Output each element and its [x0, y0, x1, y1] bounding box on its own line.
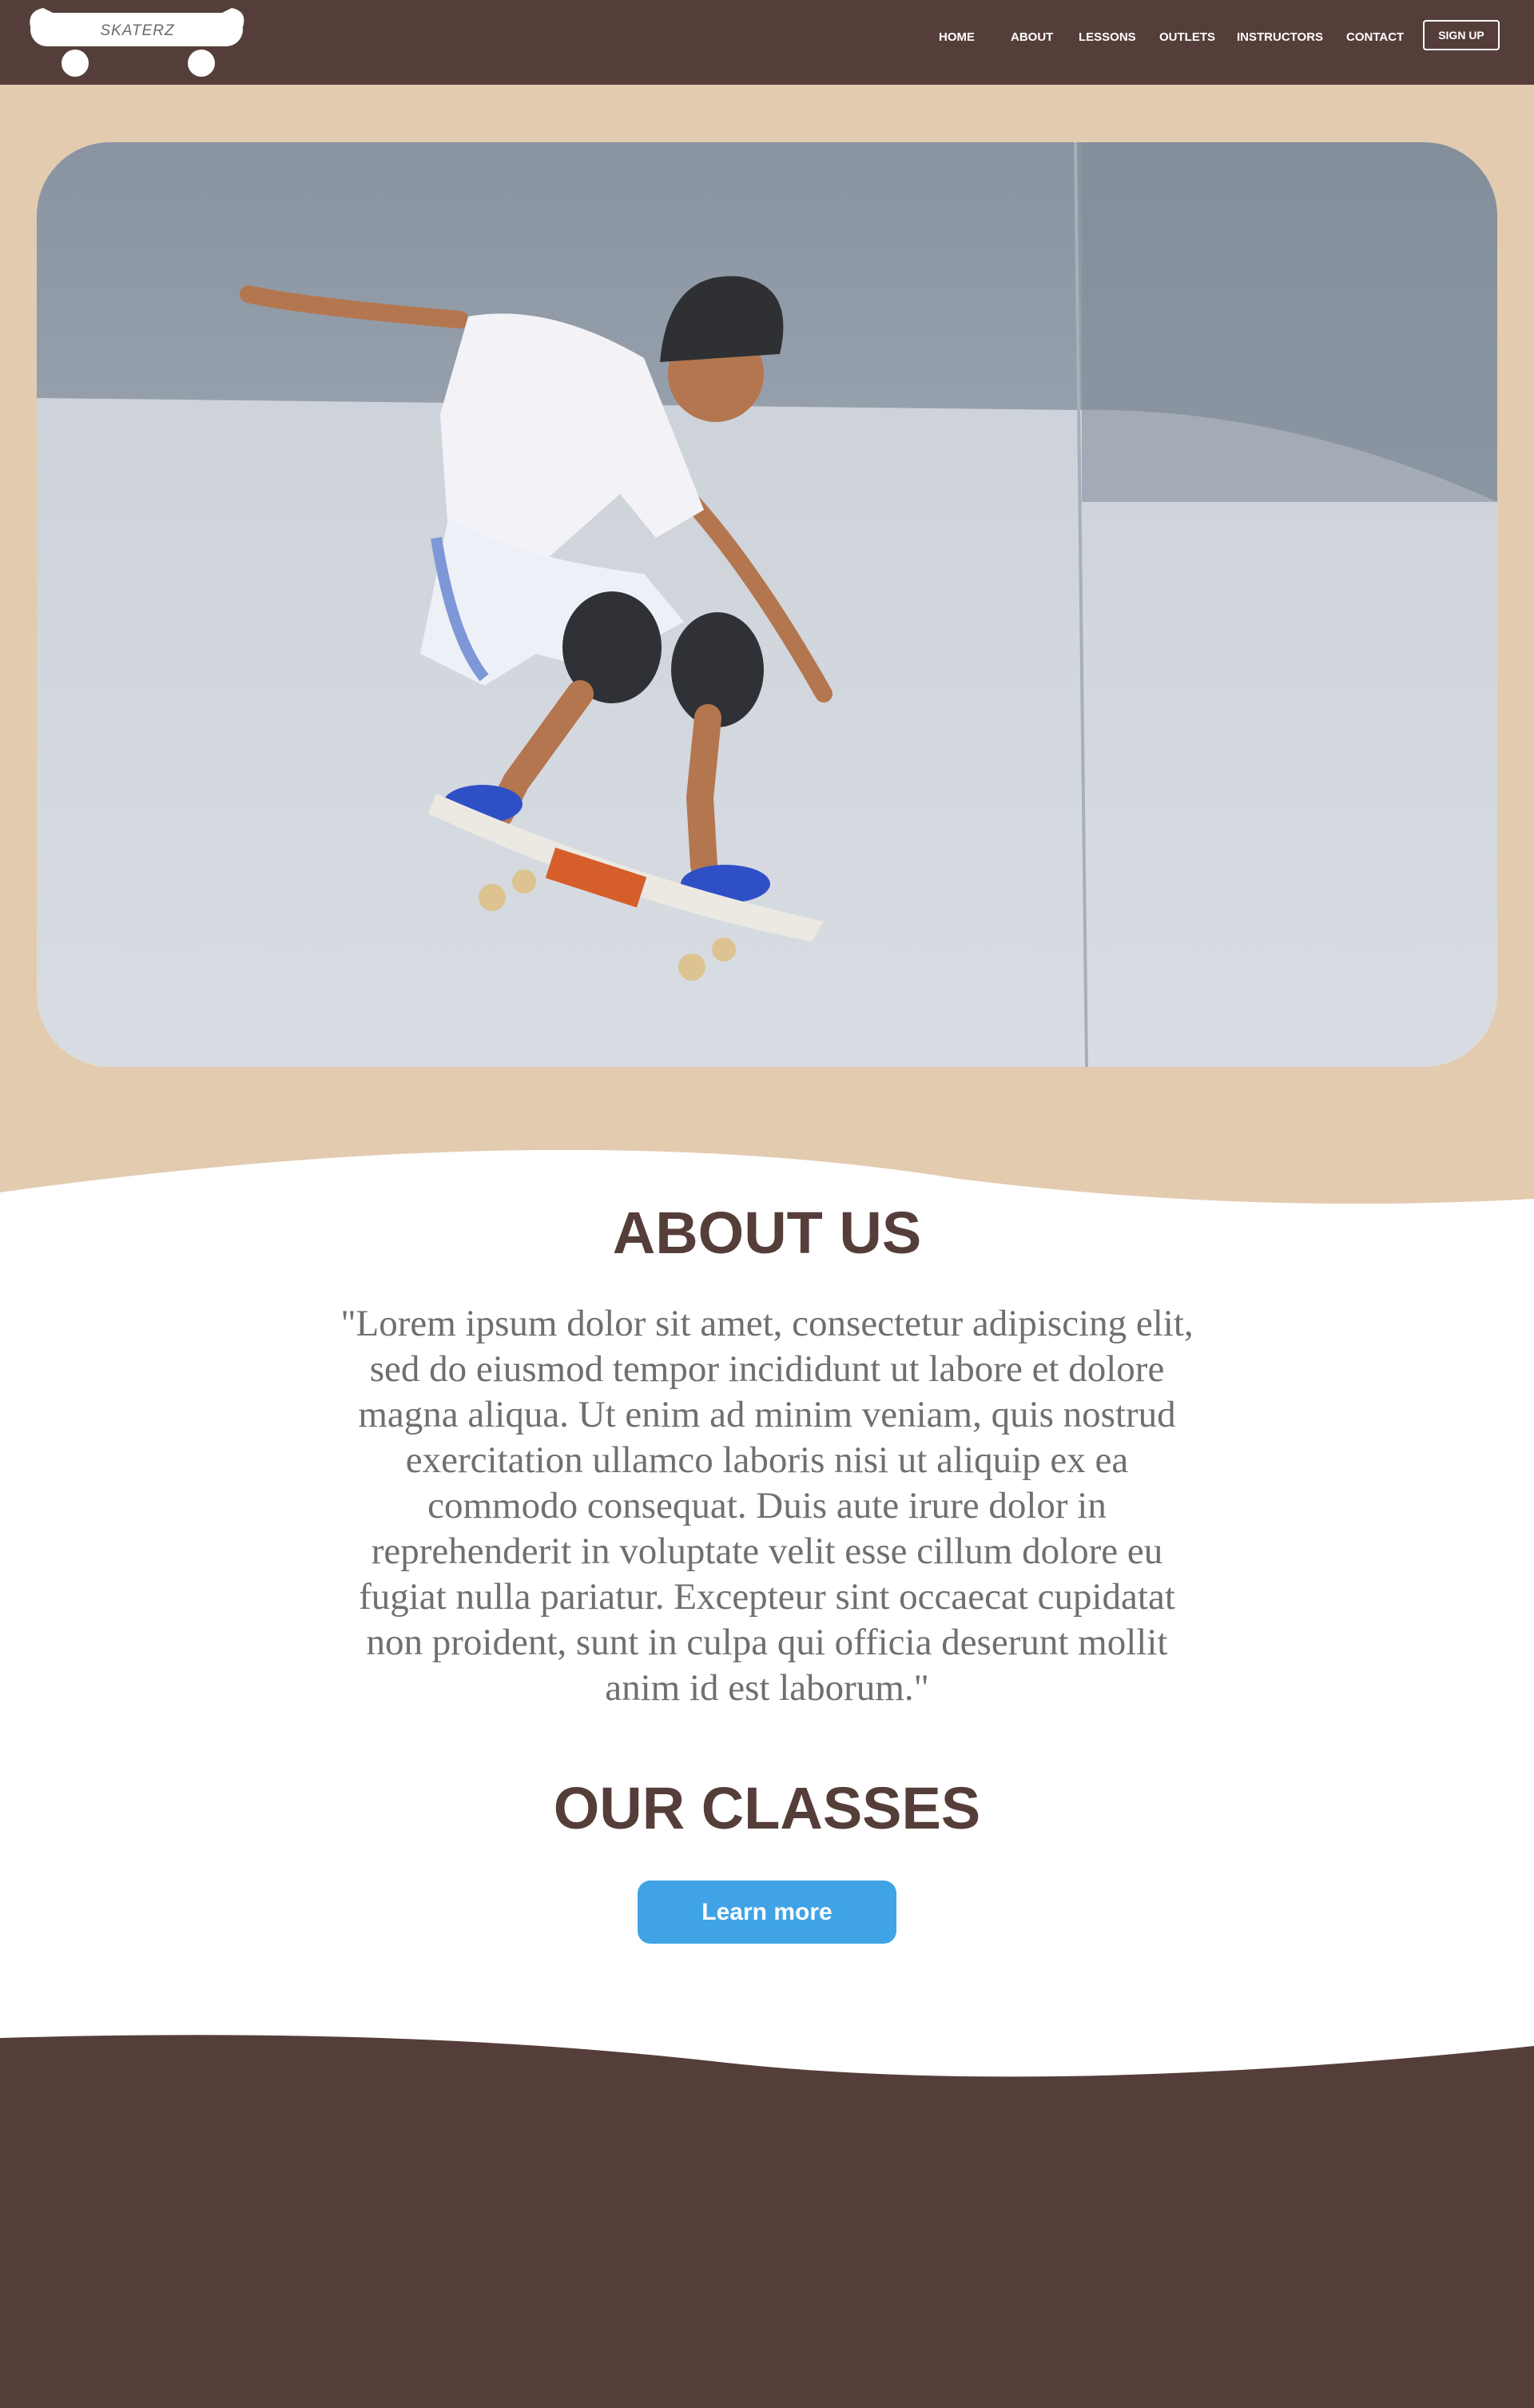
nav-lessons[interactable]: LESSONS — [1079, 30, 1136, 44]
nav-home[interactable]: HOME — [939, 30, 975, 44]
about-paragraph: "Lorem ipsum dolor sit amet, consectetur… — [340, 1303, 1194, 1709]
footer — [0, 2035, 1534, 2408]
hero-skater-image — [37, 142, 1497, 1067]
signup-button[interactable]: SIGN UP — [1423, 20, 1500, 50]
nav-about[interactable]: ABOUT — [1011, 30, 1053, 44]
learn-more-button[interactable]: Learn more — [638, 1881, 896, 1944]
skater-photo — [37, 142, 1497, 1067]
nav-contact[interactable]: CONTACT — [1346, 30, 1404, 44]
classes-heading: OUR CLASSES — [553, 1775, 981, 1841]
nav-instructors[interactable]: INSTRUCTORS — [1237, 30, 1323, 44]
about-heading: ABOUT US — [612, 1200, 922, 1266]
navbar: SKATERZ HOME ABOUT LESSONS OUTLETS INSTR… — [0, 0, 1534, 85]
nav-menu: HOME ABOUT LESSONS OUTLETS INSTRUCTORS C… — [0, 0, 1534, 74]
nav-outlets[interactable]: OUTLETS — [1159, 30, 1215, 44]
